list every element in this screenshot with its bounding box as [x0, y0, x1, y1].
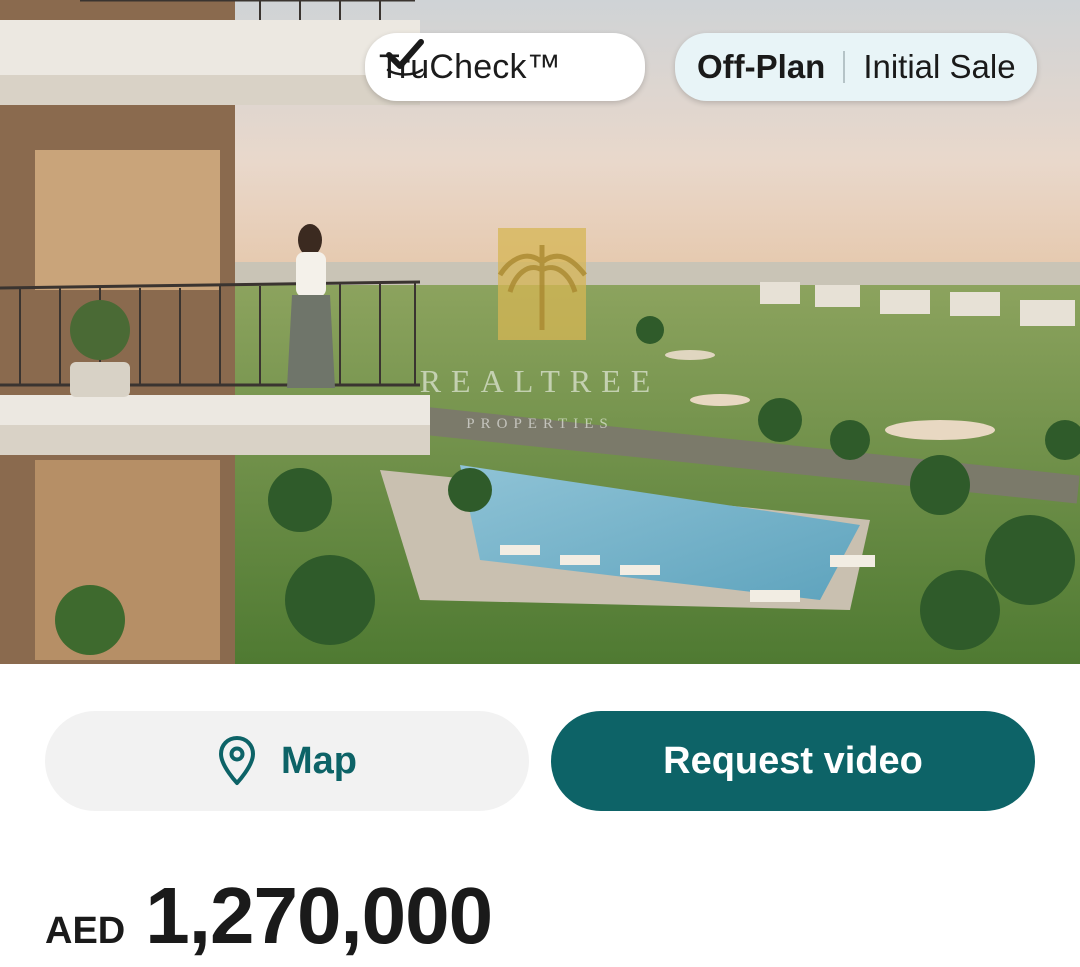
price-amount: 1,270,000	[145, 871, 493, 960]
check-badge-icon	[386, 39, 424, 76]
completion-status-badge: Off-Plan Initial Sale	[675, 33, 1037, 101]
map-button[interactable]: Map	[45, 711, 529, 811]
request-video-button[interactable]: Request video	[551, 711, 1035, 811]
location-pin-icon	[219, 736, 255, 785]
request-video-label: Request video	[663, 739, 923, 782]
watermark-tagline: PROPERTIES	[466, 416, 613, 432]
trucheck-badge[interactable]: TruCheck™	[365, 33, 645, 101]
divider	[843, 51, 846, 83]
map-button-label: Map	[281, 739, 357, 782]
completion-status: Off-Plan	[697, 48, 826, 85]
listing-photo[interactable]: REALTREE PROPERTIES TruCheck™ Off-Plan I…	[0, 0, 1080, 664]
sale-type: Initial Sale	[863, 48, 1016, 85]
listing-price: AED 1,270,000	[45, 870, 493, 962]
price-currency: AED	[45, 910, 126, 952]
watermark-brand: REALTREE	[420, 363, 661, 399]
